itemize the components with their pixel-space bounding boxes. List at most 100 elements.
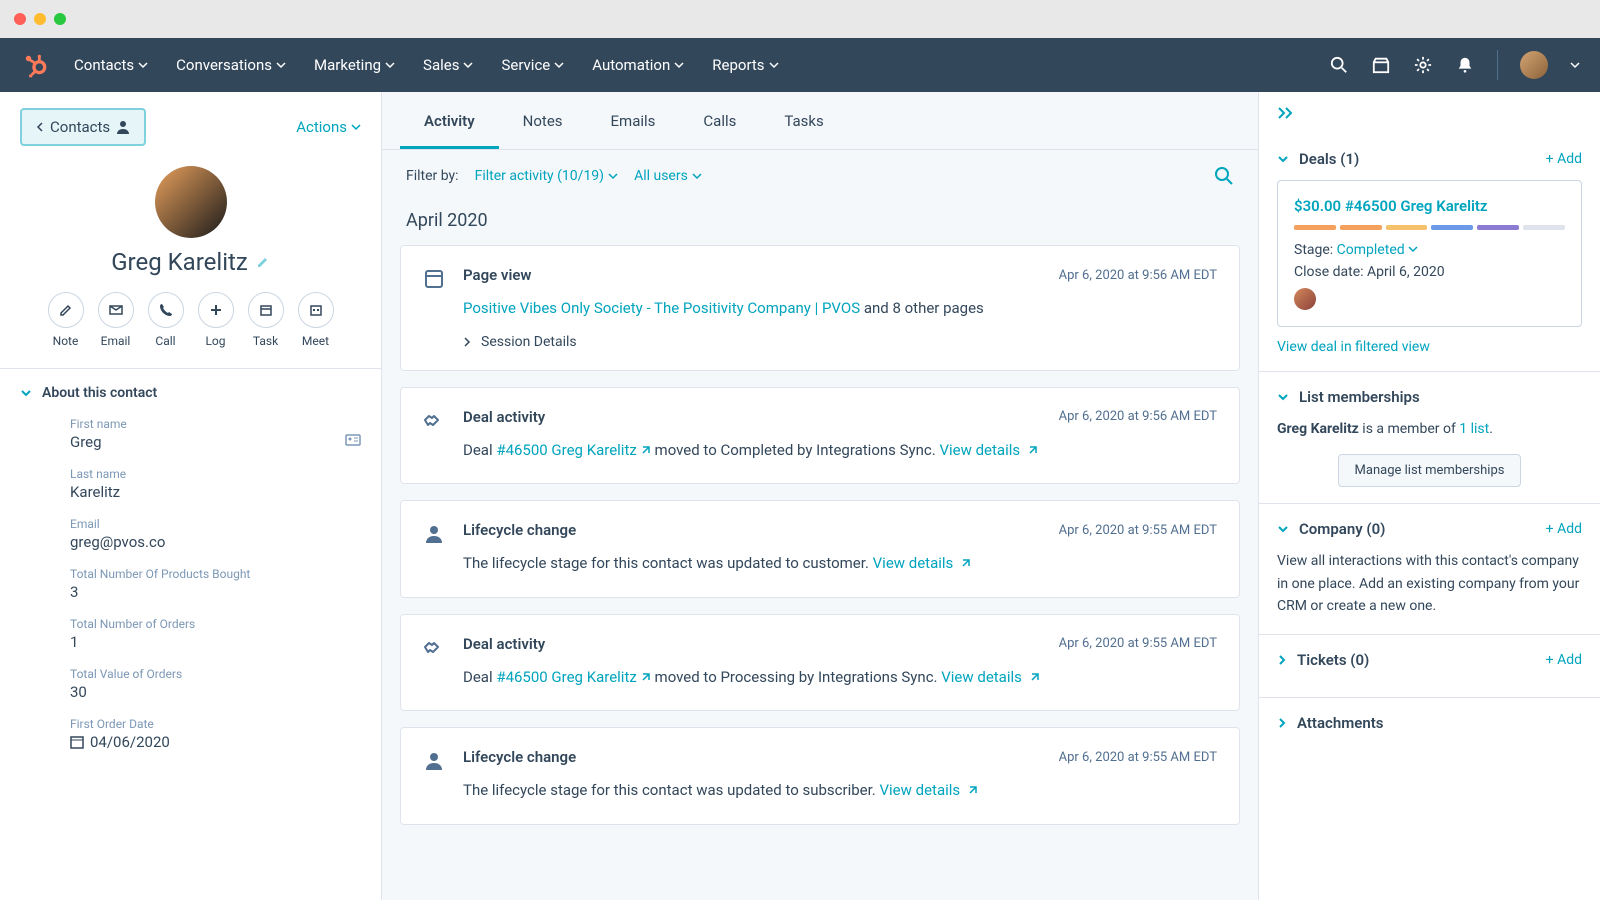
deals-panel: Deals (1) + Add $30.00 #46500 Greg Karel… — [1259, 134, 1600, 372]
pageview-link[interactable]: Positive Vibes Only Society - The Positi… — [463, 299, 860, 317]
filter-bar: Filter by: Filter activity (10/19) All u… — [382, 150, 1258, 202]
contact-card-icon[interactable] — [345, 433, 361, 447]
actions-dropdown[interactable]: Actions — [296, 118, 361, 136]
external-link-icon — [1028, 672, 1040, 684]
session-details-toggle[interactable]: Session Details — [463, 334, 1217, 350]
list-count-link[interactable]: 1 list — [1459, 421, 1489, 437]
handshake-icon — [423, 637, 445, 659]
list-membership-text: Greg Karelitz is a member of 1 list. — [1277, 418, 1582, 440]
search-icon[interactable] — [1329, 55, 1349, 75]
activity-search-icon[interactable] — [1214, 166, 1234, 186]
nav-marketing[interactable]: Marketing — [314, 56, 395, 74]
company-panel-toggle[interactable]: Company (0) — [1277, 520, 1385, 538]
account-menu-chevron-icon[interactable] — [1570, 60, 1580, 70]
tab-calls[interactable]: Calls — [679, 92, 760, 149]
tab-emails[interactable]: Emails — [587, 92, 680, 149]
view-details-link[interactable]: View details — [879, 781, 960, 799]
collapse-sidebar-icon[interactable] — [1259, 92, 1600, 134]
activity-card-deal: Deal activityApr 6, 2020 at 9:56 AM EDT … — [400, 387, 1240, 485]
field-products-bought[interactable]: Total Number Of Products Bought3 — [70, 567, 361, 601]
tab-notes[interactable]: Notes — [499, 92, 587, 149]
company-panel: Company (0) + Add View all interactions … — [1259, 504, 1600, 634]
close-window-icon[interactable] — [14, 13, 26, 25]
log-button[interactable]: Log — [198, 292, 234, 348]
minimize-window-icon[interactable] — [34, 13, 46, 25]
view-details-link[interactable]: View details — [873, 554, 954, 572]
filter-by-label: Filter by: — [406, 168, 459, 184]
tab-activity[interactable]: Activity — [400, 92, 499, 149]
external-link-icon — [966, 785, 978, 797]
manage-lists-button[interactable]: Manage list memberships — [1338, 454, 1522, 487]
month-header: April 2020 — [382, 202, 1258, 245]
call-button[interactable]: Call — [148, 292, 184, 348]
handshake-icon — [423, 410, 445, 432]
contact-avatar[interactable] — [155, 166, 227, 238]
notifications-icon[interactable] — [1455, 55, 1475, 75]
deal-link[interactable]: #46500 Greg Karelitz — [496, 441, 636, 459]
note-button[interactable]: Note — [48, 292, 84, 348]
contact-name: Greg Karelitz — [111, 248, 270, 276]
meet-button[interactable]: Meet — [298, 292, 334, 348]
maximize-window-icon[interactable] — [54, 13, 66, 25]
activity-card-pageview: Page viewApr 6, 2020 at 9:56 AM EDT Posi… — [400, 245, 1240, 371]
field-order-count[interactable]: Total Number of Orders1 — [70, 617, 361, 651]
quick-actions: Note Email Call Log Task Meet — [20, 292, 361, 348]
deal-link[interactable]: #46500 Greg Karelitz — [496, 668, 636, 686]
view-details-link[interactable]: View details — [941, 668, 1022, 686]
task-button[interactable]: Task — [248, 292, 284, 348]
person-icon — [423, 523, 445, 545]
field-first-order-date[interactable]: First Order Date04/06/2020 — [70, 717, 361, 751]
tickets-panel-toggle[interactable]: Tickets (0) — [1277, 651, 1369, 669]
field-first-name[interactable]: First name Greg — [70, 417, 361, 451]
email-button[interactable]: Email — [98, 292, 134, 348]
hubspot-logo-icon[interactable] — [20, 50, 50, 80]
top-nav: Contacts Conversations Marketing Sales S… — [0, 38, 1600, 92]
add-ticket-link[interactable]: + Add — [1546, 652, 1582, 668]
deal-title-link[interactable]: $30.00 #46500 Greg Karelitz — [1294, 197, 1565, 215]
attachments-panel-toggle[interactable]: Attachments — [1277, 714, 1383, 732]
nav-reports[interactable]: Reports — [712, 56, 778, 74]
deals-panel-toggle[interactable]: Deals (1) — [1277, 150, 1359, 168]
view-deal-filtered-link[interactable]: View deal in filtered view — [1277, 339, 1582, 355]
external-link-icon — [1026, 445, 1038, 457]
lists-panel-toggle[interactable]: List memberships — [1277, 388, 1420, 406]
about-fields: First name Greg Last nameKarelitz Emailg… — [0, 417, 381, 787]
field-order-value[interactable]: Total Value of Orders30 — [70, 667, 361, 701]
about-section-header[interactable]: About this contact — [0, 369, 381, 417]
calendar-icon — [70, 735, 84, 749]
filter-activity-dropdown[interactable]: Filter activity (10/19) — [475, 168, 618, 184]
activity-card-lifecycle: Lifecycle changeApr 6, 2020 at 9:55 AM E… — [400, 500, 1240, 598]
marketplace-icon[interactable] — [1371, 55, 1391, 75]
back-to-contacts-button[interactable]: Contacts — [20, 108, 146, 146]
user-avatar[interactable] — [1520, 51, 1548, 79]
settings-icon[interactable] — [1413, 55, 1433, 75]
add-deal-link[interactable]: + Add — [1546, 151, 1582, 167]
external-link-icon — [959, 558, 971, 570]
external-link-icon — [639, 445, 651, 457]
deal-card[interactable]: $30.00 #46500 Greg Karelitz Stage: Compl… — [1277, 180, 1582, 327]
nav-sales[interactable]: Sales — [423, 56, 473, 74]
filter-users-dropdown[interactable]: All users — [634, 168, 702, 184]
nav-automation[interactable]: Automation — [592, 56, 684, 74]
deal-progress — [1294, 225, 1565, 230]
nav-separator — [1497, 50, 1498, 80]
page-icon — [423, 268, 445, 290]
person-icon — [423, 750, 445, 772]
nav-contacts[interactable]: Contacts — [74, 56, 148, 74]
tab-tasks[interactable]: Tasks — [760, 92, 847, 149]
stage-dropdown[interactable]: Completed — [1337, 242, 1418, 258]
left-sidebar: Contacts Actions Greg Karelitz Note Emai… — [0, 92, 382, 900]
profile-section: Greg Karelitz Note Email Call Log Task M… — [0, 162, 381, 368]
nav-right — [1329, 50, 1580, 80]
activity-card-lifecycle: Lifecycle changeApr 6, 2020 at 9:55 AM E… — [400, 727, 1240, 825]
company-description: View all interactions with this contact'… — [1277, 550, 1582, 617]
field-email[interactable]: Emailgreg@pvos.co — [70, 517, 361, 551]
edit-name-icon[interactable] — [256, 255, 270, 269]
field-last-name[interactable]: Last nameKarelitz — [70, 467, 361, 501]
view-details-link[interactable]: View details — [939, 441, 1020, 459]
activity-card-deal: Deal activityApr 6, 2020 at 9:55 AM EDT … — [400, 614, 1240, 712]
nav-service[interactable]: Service — [501, 56, 564, 74]
deal-owner-avatar[interactable] — [1294, 288, 1316, 310]
nav-conversations[interactable]: Conversations — [176, 56, 286, 74]
add-company-link[interactable]: + Add — [1546, 521, 1582, 537]
